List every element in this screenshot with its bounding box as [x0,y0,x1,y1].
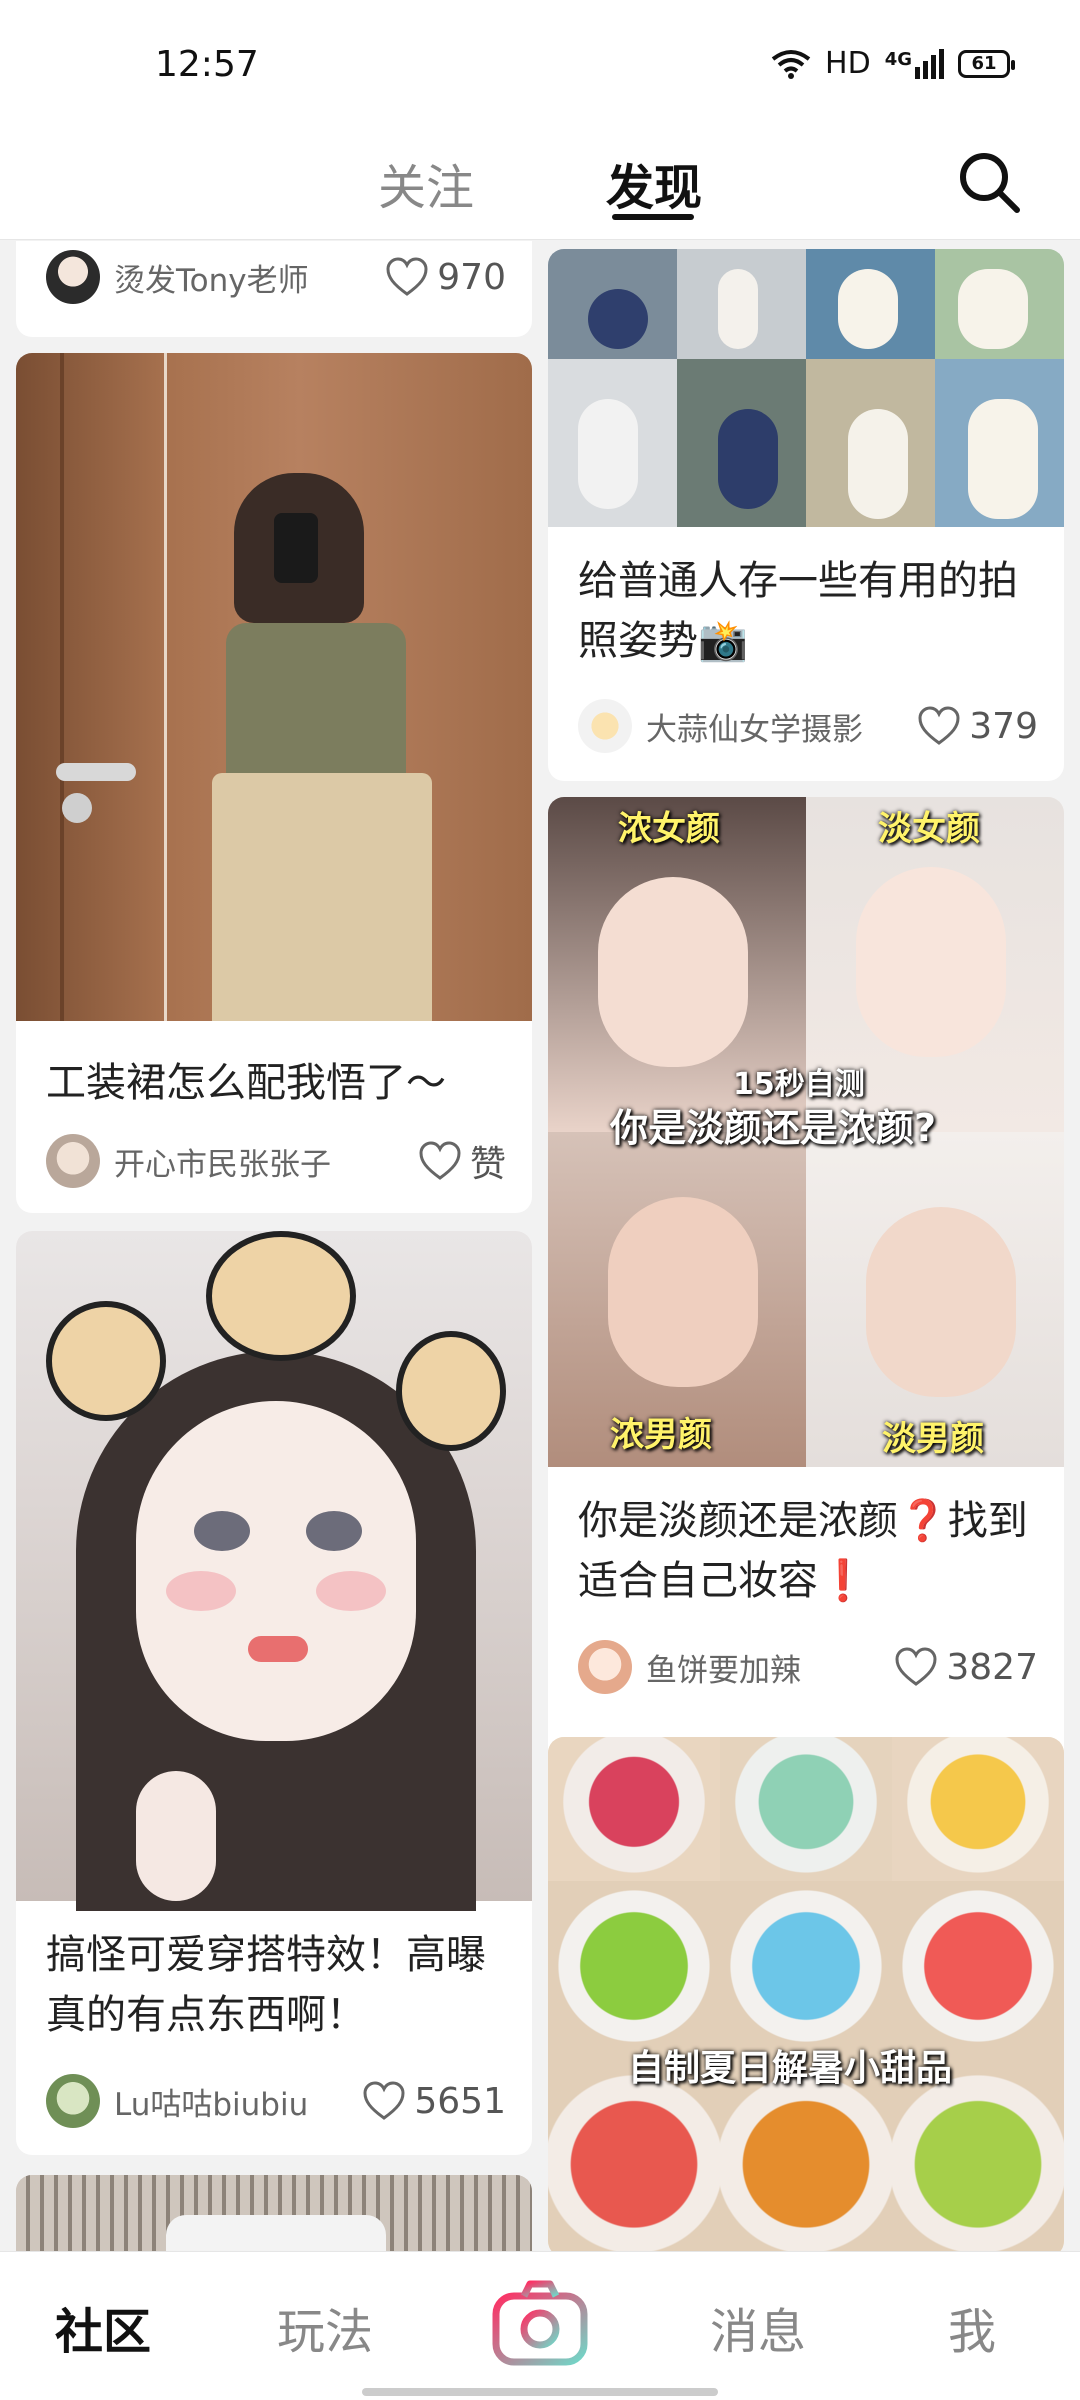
nav-messages[interactable]: 消息 [710,2292,806,2362]
nav-me[interactable]: 我 [948,2292,996,2362]
search-icon[interactable] [953,146,1025,218]
post-image[interactable] [16,1231,532,1911]
like-count: 3827 [946,1646,1038,1688]
active-tab-indicator [612,214,694,220]
nav-play[interactable]: 玩法 [277,2292,373,2362]
post-title[interactable]: 搞怪可爱穿搭特效！高曝真的有点东西啊！ [46,1925,502,2045]
puppy-sticker [396,1331,506,1451]
feed-card[interactable]: 工装裙怎么配我悟了～ 开心市民张张子 赞 [16,353,532,1213]
post-title[interactable]: 工装裙怎么配我悟了～ [46,1053,502,1113]
avatar[interactable] [46,1134,100,1188]
like-count: 970 [437,256,506,298]
avatar[interactable] [46,250,100,304]
overlay-text: 浓女颜 [618,809,720,849]
heart-icon [363,2081,405,2120]
heart-icon [895,1647,937,1686]
card-meta: 开心市民张张子 赞 [46,1133,506,1189]
heart-icon [386,257,428,296]
tab-discover[interactable]: 发现 [606,148,702,218]
post-image[interactable] [548,249,1064,527]
card-meta: 大蒜仙女学摄影 379 [578,698,1038,754]
post-title[interactable]: 你是淡颜还是浓颜❓找到适合自己妆容❗ [578,1491,1034,1611]
feed-card[interactable]: 搞怪可爱穿搭特效！高曝真的有点东西啊！ Lu咕咕biubiu 5651 [16,1231,532,2155]
like-button[interactable]: 379 [917,706,1038,747]
like-button[interactable]: 3827 [894,1647,1038,1688]
card-meta: 烫发Tony老师 970 [46,249,506,305]
like-count: 379 [969,705,1038,747]
cellular-icon: 4G [885,48,944,79]
overlay-text: 淡女颜 [878,809,980,849]
avatar[interactable] [46,2074,100,2128]
home-indicator[interactable] [362,2388,718,2396]
feed-card[interactable]: 烫发Tony老师 970 [16,241,532,337]
overlay-text: 自制夏日解暑小甜品 [628,2048,953,2089]
author-name[interactable]: Lu咕咕biubiu [114,2079,362,2124]
overlay-text: 浓男颜 [610,1415,712,1455]
like-count: 赞 [469,1144,506,1185]
tab-follow[interactable]: 关注 [378,148,474,218]
bottom-nav: 社区 玩法 消息 我 [0,2251,1080,2400]
like-count: 5651 [414,2080,506,2122]
status-icons: HD 4G 61 [771,46,1015,81]
feed-card[interactable]: 给普通人存一些有用的拍照姿势📸 大蒜仙女学摄影 379 [548,249,1064,781]
puppy-sticker [46,1301,166,1421]
battery-icon: 61 [958,49,1015,78]
author-name[interactable]: 鱼饼要加辣 [646,1645,894,1690]
status-time: 12:57 [155,44,259,85]
card-meta: 鱼饼要加辣 3827 [578,1639,1038,1695]
like-button[interactable]: 赞 [418,1135,506,1187]
post-image[interactable]: 自制夏日解暑小甜品 [548,1737,1064,2251]
like-button[interactable]: 970 [385,257,506,298]
author-name[interactable]: 烫发Tony老师 [114,255,385,300]
like-button[interactable]: 5651 [362,2081,506,2122]
post-image[interactable]: 浓女颜 淡女颜 15秒自测 你是淡颜还是浓颜? 浓男颜 淡男颜 [548,797,1064,1467]
feed[interactable]: 烫发Tony老师 970 工装裙怎么配我悟了～ 开心市民张张子 赞 搞怪可爱穿搭… [0,241,1080,2251]
post-image[interactable] [16,2175,532,2251]
heart-icon [918,706,960,745]
network-label: HD [825,46,871,81]
top-nav: 关注 发现 [0,130,1080,240]
puppy-sticker [206,1231,356,1361]
feed-card[interactable] [16,2175,532,2251]
author-name[interactable]: 开心市民张张子 [114,1139,418,1184]
status-bar: 12:57 HD 4G 61 [0,0,1080,130]
nav-community[interactable]: 社区 [55,2292,151,2362]
avatar[interactable] [578,699,632,753]
card-meta: Lu咕咕biubiu 5651 [46,2073,506,2129]
post-title[interactable]: 给普通人存一些有用的拍照姿势📸 [578,551,1034,671]
post-image[interactable] [16,353,532,1021]
feed-card[interactable]: 自制夏日解暑小甜品 [548,1737,1064,2251]
overlay-text: 你是淡颜还是浓颜? [610,1106,937,1150]
camera-icon[interactable] [490,2274,590,2374]
wifi-icon [771,49,811,79]
author-name[interactable]: 大蒜仙女学摄影 [646,704,917,749]
heart-icon [419,1141,461,1180]
overlay-text: 淡男颜 [882,1419,984,1459]
avatar[interactable] [578,1640,632,1694]
